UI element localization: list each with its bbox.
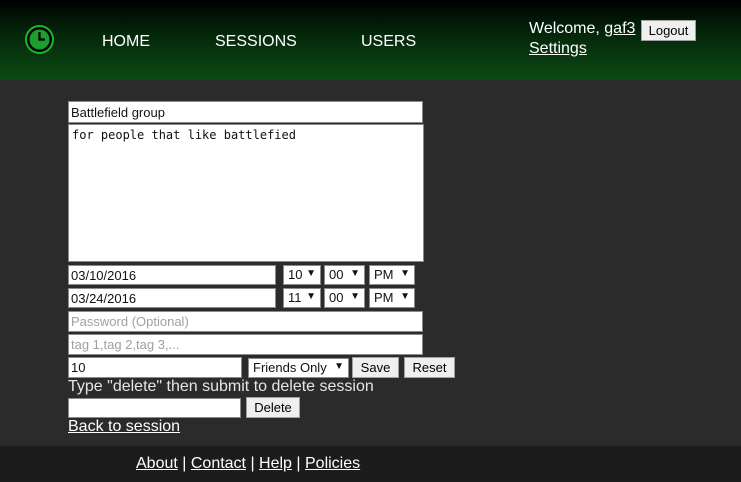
back-to-session-link[interactable]: Back to session xyxy=(68,418,180,436)
start-date-input[interactable] xyxy=(68,265,276,285)
clock-icon[interactable] xyxy=(25,25,54,54)
save-button[interactable]: Save xyxy=(352,357,399,378)
footer-separator: | xyxy=(291,455,305,472)
nav-home-link[interactable]: HOME xyxy=(102,33,150,51)
password-input[interactable] xyxy=(68,311,423,332)
tags-input[interactable] xyxy=(68,334,423,355)
start-ampm-select[interactable]: PM ▼ xyxy=(369,265,415,285)
dropdown-arrow-icon: ▼ xyxy=(400,268,410,279)
welcome-text: Welcome, gaf3 xyxy=(529,20,635,38)
session-description-textarea[interactable]: for people that like battlefied xyxy=(68,124,424,262)
top-header: HOME SESSIONS USERS Welcome, gaf3 Logout… xyxy=(0,0,741,80)
start-hour-value: 10 xyxy=(288,267,303,282)
end-ampm-select[interactable]: PM ▼ xyxy=(369,288,415,308)
logout-button[interactable]: Logout xyxy=(641,20,696,41)
dropdown-arrow-icon: ▼ xyxy=(400,291,410,302)
footer-help-link[interactable]: Help xyxy=(259,455,292,472)
footer-separator: | xyxy=(246,455,260,472)
footer-policies-link[interactable]: Policies xyxy=(305,455,360,472)
welcome-prefix: Welcome, xyxy=(529,20,605,37)
end-ampm-value: PM xyxy=(374,290,394,305)
footer-separator: | xyxy=(177,455,191,472)
dropdown-arrow-icon: ▼ xyxy=(350,291,360,302)
end-date-input[interactable] xyxy=(68,288,276,308)
delete-confirm-input[interactable] xyxy=(68,398,241,418)
nav-users-link[interactable]: USERS xyxy=(361,33,416,51)
end-minute-value: 00 xyxy=(329,290,344,305)
dropdown-arrow-icon: ▼ xyxy=(306,268,316,279)
end-hour-value: 11 xyxy=(288,290,302,305)
footer-links: About | Contact | Help | Policies xyxy=(136,455,360,473)
footer-contact-link[interactable]: Contact xyxy=(191,455,246,472)
delete-hint-text: Type "delete" then submit to delete sess… xyxy=(68,378,374,395)
settings-link[interactable]: Settings xyxy=(529,40,587,58)
username-link[interactable]: gaf3 xyxy=(604,20,635,37)
delete-button[interactable]: Delete xyxy=(246,397,300,418)
visibility-value: Friends Only xyxy=(253,360,327,375)
session-name-input[interactable] xyxy=(68,101,423,123)
footer-about-link[interactable]: About xyxy=(136,455,178,472)
end-minute-select[interactable]: 00 ▼ xyxy=(324,288,365,308)
start-ampm-value: PM xyxy=(374,267,394,282)
end-hour-select[interactable]: 11 ▼ xyxy=(283,288,321,308)
start-hour-select[interactable]: 10 ▼ xyxy=(283,265,321,285)
dropdown-arrow-icon: ▼ xyxy=(350,268,360,279)
dropdown-arrow-icon: ▼ xyxy=(306,291,316,302)
dropdown-arrow-icon: ▼ xyxy=(334,361,344,372)
session-size-input[interactable] xyxy=(68,357,242,378)
visibility-select[interactable]: Friends Only ▼ xyxy=(248,358,349,378)
start-minute-select[interactable]: 00 ▼ xyxy=(324,265,365,285)
nav-sessions-link[interactable]: SESSIONS xyxy=(215,33,297,51)
start-minute-value: 00 xyxy=(329,267,344,282)
footer: About | Contact | Help | Policies xyxy=(0,446,741,482)
reset-button[interactable]: Reset xyxy=(404,357,455,378)
